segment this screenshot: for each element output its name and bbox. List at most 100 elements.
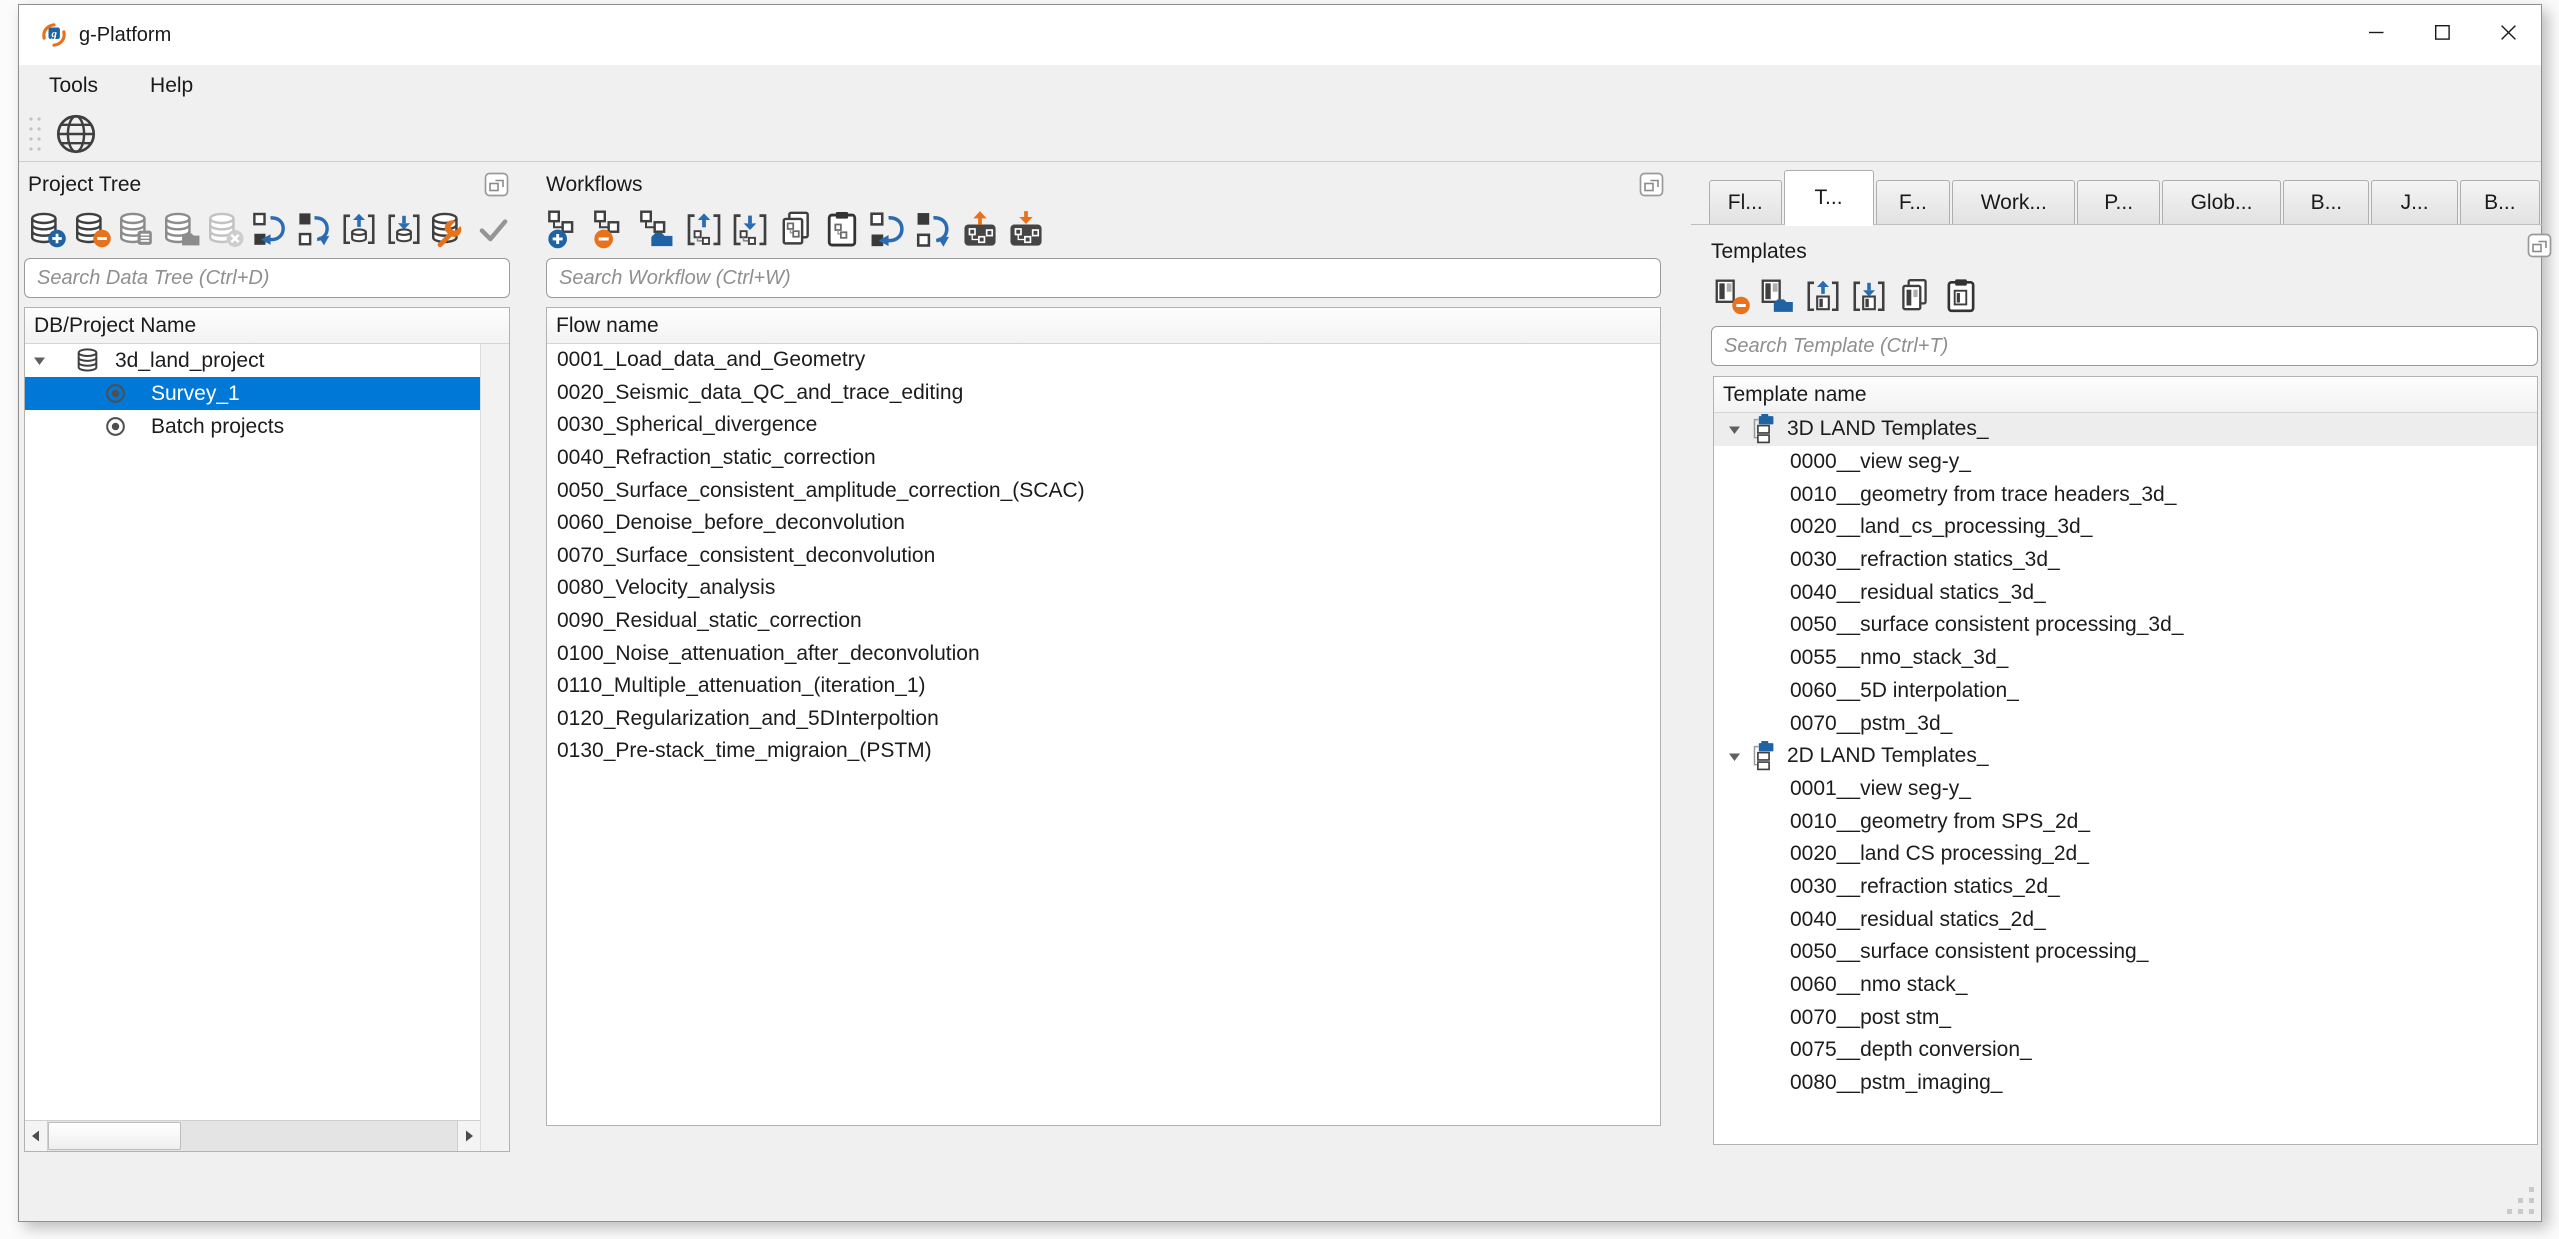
tab-work[interactable]: Work... — [1952, 180, 2076, 224]
tree-item[interactable]: 3d_land_project — [25, 344, 480, 377]
template-item[interactable]: 0060__nmo stack_ — [1714, 969, 2537, 1002]
workflow-add-icon[interactable] — [546, 209, 586, 249]
template-item[interactable]: 0020__land_cs_processing_3d_ — [1714, 511, 2537, 544]
workflow-import-run-icon[interactable] — [1006, 209, 1046, 249]
list-item[interactable]: 0090_Residual_static_correction — [547, 605, 1660, 638]
scrollbar-thumb[interactable] — [48, 1122, 181, 1150]
float-panel-icon[interactable] — [1639, 172, 1664, 197]
close-button[interactable] — [2475, 5, 2541, 59]
tab-fl[interactable]: Fl... — [1709, 180, 1782, 224]
template-paste-icon[interactable] — [1941, 276, 1981, 316]
list-item[interactable]: 0030_Spherical_divergence — [547, 409, 1660, 442]
expander-icon[interactable] — [31, 353, 47, 369]
list-item[interactable]: 0060_Denoise_before_deconvolution — [547, 507, 1660, 540]
template-item[interactable]: 0030__refraction statics_3d_ — [1714, 544, 2537, 577]
expander-icon[interactable] — [1726, 421, 1742, 437]
template-item[interactable]: 0060__5D interpolation_ — [1714, 675, 2537, 708]
tab-b[interactable]: B... — [2459, 180, 2540, 224]
template-item[interactable]: 0050__surface consistent processing_ — [1714, 936, 2537, 969]
workflow-list-column-header[interactable]: Flow name — [547, 308, 1660, 344]
workflow-export-icon[interactable] — [684, 209, 724, 249]
template-item[interactable]: 0000__view seg-y_ — [1714, 446, 2537, 479]
template-item[interactable]: 0075__depth conversion_ — [1714, 1034, 2537, 1067]
database-export-icon[interactable] — [340, 209, 379, 249]
tab-t[interactable]: T... — [1783, 170, 1874, 226]
check-icon[interactable] — [473, 209, 512, 249]
tab-glob[interactable]: Glob... — [2161, 180, 2282, 224]
template-copy-icon[interactable] — [1895, 276, 1935, 316]
template-export-icon[interactable] — [1803, 276, 1843, 316]
template-item[interactable]: 0001__view seg-y_ — [1714, 773, 2537, 806]
menu-help[interactable]: Help — [142, 70, 201, 102]
maximize-button[interactable] — [2409, 5, 2475, 59]
template-remove-icon[interactable] — [1711, 276, 1751, 316]
database-remove-icon[interactable] — [73, 209, 112, 249]
redo-icon[interactable] — [914, 209, 954, 249]
resize-grip[interactable] — [2505, 1185, 2537, 1217]
list-item[interactable]: 0130_Pre-stack_time_migraion_(PSTM) — [547, 735, 1660, 768]
workflow-export-run-icon[interactable] — [960, 209, 1000, 249]
list-item[interactable]: 0001_Load_data_and_Geometry — [547, 344, 1660, 377]
horizontal-scrollbar[interactable] — [25, 1120, 480, 1151]
tree-item[interactable]: Survey_1 — [25, 377, 480, 410]
tree-item-label: 3d_land_project — [115, 348, 265, 372]
template-item[interactable]: 0055__nmo_stack_3d_ — [1714, 642, 2537, 675]
list-item[interactable]: 0070_Surface_consistent_deconvolution — [547, 540, 1660, 573]
template-item[interactable]: 0040__residual statics_3d_ — [1714, 576, 2537, 609]
workflow-search-input[interactable] — [546, 258, 1661, 298]
template-item[interactable]: 0070__pstm_3d_ — [1714, 707, 2537, 740]
template-item[interactable]: 0040__residual statics_2d_ — [1714, 903, 2537, 936]
template-item[interactable]: 0070__post stm_ — [1714, 1001, 2537, 1034]
list-item[interactable]: 0050_Surface_consistent_amplitude_correc… — [547, 474, 1660, 507]
template-group-item[interactable]: 2D LAND Templates_ — [1714, 740, 2537, 773]
workflow-remove-icon[interactable] — [592, 209, 632, 249]
expander-icon[interactable] — [1726, 748, 1742, 764]
list-item[interactable]: 0040_Refraction_static_correction — [547, 442, 1660, 475]
template-tree-column-header[interactable]: Template name — [1714, 377, 2537, 413]
toolbar-drag-handle[interactable] — [27, 114, 43, 154]
tab-f[interactable]: F... — [1875, 180, 1951, 224]
list-item[interactable]: 0020_Seismic_data_QC_and_trace_editing — [547, 377, 1660, 410]
workflow-paste-icon[interactable] — [822, 209, 862, 249]
undo-icon[interactable] — [868, 209, 908, 249]
template-item[interactable]: 0010__geometry from trace headers_3d_ — [1714, 478, 2537, 511]
template-item[interactable]: 0010__geometry from SPS_2d_ — [1714, 805, 2537, 838]
list-item[interactable]: 0080_Velocity_analysis — [547, 572, 1660, 605]
workflow-import-icon[interactable] — [730, 209, 770, 249]
template-item[interactable]: 0050__surface consistent processing_3d_ — [1714, 609, 2537, 642]
float-panel-icon[interactable] — [2527, 233, 2552, 258]
tab-j[interactable]: J... — [2371, 180, 2458, 224]
scroll-left-icon[interactable] — [25, 1121, 48, 1151]
database-wrench-icon[interactable] — [429, 209, 468, 249]
database-clear-icon[interactable] — [206, 209, 245, 249]
database-import-icon[interactable] — [384, 209, 423, 249]
template-open-icon[interactable] — [1757, 276, 1797, 316]
tree-item[interactable]: Batch projects — [25, 410, 480, 443]
project-search-input[interactable] — [24, 258, 510, 298]
list-item[interactable]: 0110_Multiple_attenuation_(iteration_1) — [547, 670, 1660, 703]
database-list-icon[interactable] — [117, 209, 156, 249]
vertical-scrollbar[interactable] — [480, 344, 509, 1151]
scroll-right-icon[interactable] — [457, 1121, 480, 1151]
globe-button[interactable] — [53, 111, 99, 157]
template-item[interactable]: 0080__pstm_imaging_ — [1714, 1067, 2537, 1100]
template-item[interactable]: 0020__land CS processing_2d_ — [1714, 838, 2537, 871]
tab-p[interactable]: P... — [2077, 180, 2160, 224]
menu-tools[interactable]: Tools — [41, 70, 106, 102]
database-copy-icon[interactable] — [162, 209, 201, 249]
undo-icon[interactable] — [251, 209, 290, 249]
template-group-item[interactable]: 3D LAND Templates_ — [1714, 413, 2537, 446]
list-item[interactable]: 0100_Noise_attenuation_after_deconvoluti… — [547, 637, 1660, 670]
project-tree-column-header[interactable]: DB/Project Name — [25, 308, 509, 344]
list-item[interactable]: 0120_Regularization_and_5DInterpoltion — [547, 703, 1660, 736]
minimize-button[interactable] — [2343, 5, 2409, 59]
workflow-copy-icon[interactable] — [776, 209, 816, 249]
workflow-open-icon[interactable] — [638, 209, 678, 249]
template-search-input[interactable] — [1711, 326, 2538, 366]
redo-icon[interactable] — [295, 209, 334, 249]
database-add-icon[interactable] — [28, 209, 67, 249]
template-item[interactable]: 0030__refraction statics_2d_ — [1714, 871, 2537, 904]
float-panel-icon[interactable] — [484, 172, 509, 197]
tab-b[interactable]: B... — [2283, 180, 2370, 224]
template-import-icon[interactable] — [1849, 276, 1889, 316]
